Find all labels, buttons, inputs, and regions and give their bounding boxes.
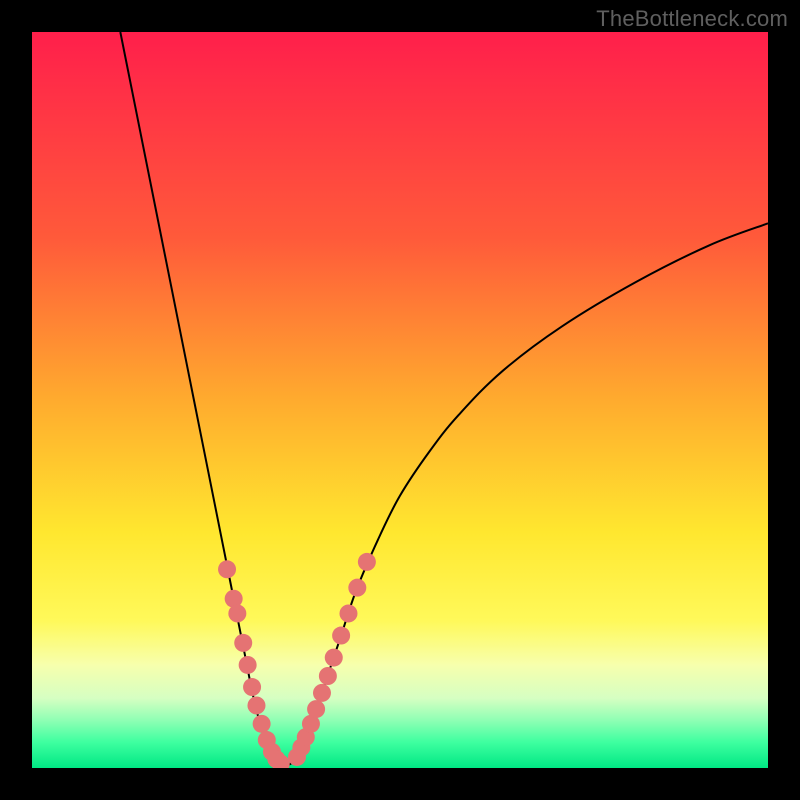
data-point bbox=[307, 700, 325, 718]
chart-frame: TheBottleneck.com bbox=[0, 0, 800, 800]
data-point bbox=[332, 627, 350, 645]
data-point bbox=[325, 649, 343, 667]
data-point bbox=[239, 656, 257, 674]
data-point bbox=[348, 579, 366, 597]
data-point bbox=[228, 604, 246, 622]
data-point bbox=[358, 553, 376, 571]
data-point bbox=[319, 667, 337, 685]
watermark-text: TheBottleneck.com bbox=[596, 6, 788, 32]
data-point bbox=[234, 634, 252, 652]
data-point bbox=[247, 696, 265, 714]
data-point bbox=[243, 678, 261, 696]
chart-svg bbox=[32, 32, 768, 768]
data-point bbox=[339, 604, 357, 622]
data-point bbox=[313, 684, 331, 702]
plot-area bbox=[32, 32, 768, 768]
data-point bbox=[253, 715, 271, 733]
data-point bbox=[218, 560, 236, 578]
